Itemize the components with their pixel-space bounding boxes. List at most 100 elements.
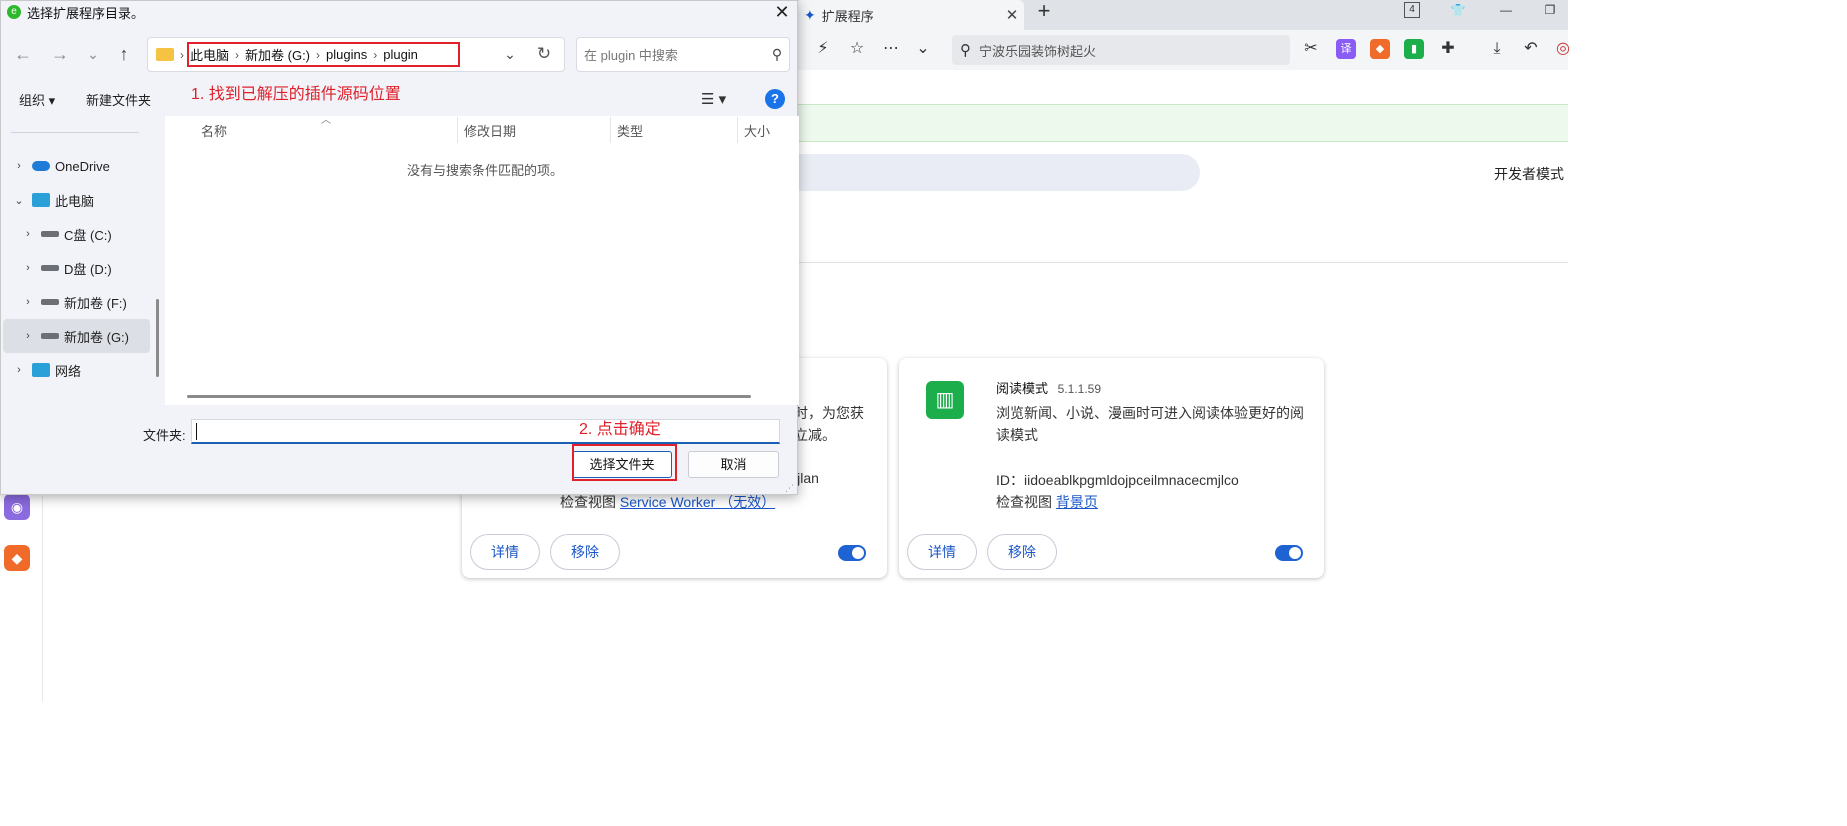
folder-search-placeholder: 在 plugin 中搜索 [584, 48, 678, 63]
horizontal-scrollbar[interactable] [187, 395, 751, 398]
computer-icon [32, 193, 50, 207]
puzzle-icon: ✦ [804, 6, 816, 23]
back-icon[interactable]: ← [10, 41, 36, 67]
resize-grip-icon[interactable]: ⋰ [785, 483, 794, 494]
tab-count-badge[interactable]: 4 [1404, 2, 1420, 18]
new-tab-button[interactable]: + [1032, 0, 1056, 24]
sort-ascending-icon: ︿ [321, 115, 331, 126]
more-icon[interactable]: ⋯ [880, 38, 902, 60]
book-icon: ▥ [926, 381, 964, 419]
shirt-icon[interactable]: 👕 [1448, 0, 1468, 22]
browser-search-box[interactable]: ⚲ 宁波乐园装饰树起火 [952, 35, 1290, 65]
nav-item-drive-d[interactable]: › D盘 (D:) [1, 251, 148, 285]
nav-item-this-pc[interactable]: ⌄ 此电脑 [1, 183, 148, 217]
sidebar-bot-icon[interactable]: ◉ [4, 494, 30, 520]
service-worker-link[interactable]: Service Worker （无效） [620, 494, 775, 510]
search-icon: ⚲ [960, 42, 971, 59]
browser-logo-icon: e [7, 5, 21, 19]
annotation-step-1: 1. 找到已解压的插件源码位置 [191, 86, 401, 103]
recent-dropdown-icon[interactable]: ⌄ [80, 41, 106, 67]
chevron-down-icon[interactable]: ⌄ [912, 38, 934, 60]
chevron-right-icon[interactable]: › [19, 296, 37, 308]
column-name[interactable]: 名称 [201, 121, 227, 140]
scissors-icon[interactable]: ✂ [1300, 38, 1322, 60]
nav-divider [11, 132, 139, 133]
folder-field[interactable] [191, 419, 780, 444]
column-divider[interactable] [457, 117, 458, 143]
column-type[interactable]: 类型 [617, 121, 643, 140]
extension-version: 5.1.1.59 [1057, 382, 1102, 396]
cancel-button[interactable]: 取消 [688, 451, 779, 478]
dialog-titlebar: e 选择扩展程序目录。 [1, 1, 799, 23]
chevron-right-icon[interactable]: › [19, 228, 37, 240]
undo-icon[interactable]: ↶ [1520, 38, 1542, 60]
minimize-icon[interactable]: — [1496, 0, 1516, 22]
column-size[interactable]: 大小 [744, 121, 770, 140]
drive-icon [41, 265, 59, 271]
drive-icon [41, 231, 59, 237]
column-divider[interactable] [737, 117, 738, 143]
lightning-icon[interactable]: ⚡ [812, 38, 834, 60]
dialog-title: 选择扩展程序目录。 [27, 5, 145, 21]
restore-icon[interactable]: ❐ [1540, 0, 1560, 22]
nav-item-label: 此电脑 [55, 193, 95, 209]
column-divider[interactable] [610, 117, 611, 143]
close-icon[interactable]: ✕ [769, 1, 795, 23]
text-cursor [196, 423, 197, 440]
nav-item-drive-g[interactable]: › 新加卷 (G:) [3, 319, 150, 353]
nav-item-drive-f[interactable]: › 新加卷 (F:) [1, 285, 148, 319]
nav-item-drive-c[interactable]: › C盘 (C:) [1, 217, 148, 251]
avatar[interactable]: ◎ [1552, 38, 1574, 60]
game-icon[interactable]: ◆ [1370, 39, 1390, 59]
remove-button[interactable]: 移除 [550, 534, 620, 570]
nav-item-network[interactable]: › 网络 [1, 353, 148, 387]
extension-id: ID：iidoeablkpgmldojpceilmnacecmjlco [996, 472, 1239, 488]
nav-item-label: 新加卷 (G:) [64, 329, 129, 345]
nav-item-label: 新加卷 (F:) [64, 295, 127, 311]
sidebar-game-icon[interactable]: ◆ [4, 545, 30, 571]
sidebar-divider [42, 496, 43, 701]
extension-desc-line2: 读模式 [996, 427, 1038, 443]
extensions-icon[interactable]: ✚ [1437, 38, 1459, 60]
enable-toggle[interactable] [838, 545, 866, 561]
background-page-link[interactable]: 背景页 [1056, 494, 1098, 510]
chevron-down-icon[interactable]: ⌄ [10, 194, 28, 207]
details-button[interactable]: 详情 [907, 534, 977, 570]
chevron-right-icon[interactable]: › [19, 262, 37, 274]
chevron-right-icon[interactable]: › [10, 160, 28, 172]
tab-extensions[interactable]: ✦ 扩展程序 ✕ [796, 0, 1024, 30]
inspect-label: 检查视图 [560, 494, 616, 510]
nav-item-onedrive[interactable]: › OneDrive [1, 149, 148, 183]
help-icon[interactable]: ? [765, 89, 785, 109]
tab-close-icon[interactable]: ✕ [1000, 6, 1024, 24]
details-button[interactable]: 详情 [470, 534, 540, 570]
view-options-icon[interactable]: ☰ ▾ [701, 90, 726, 108]
extension-card-reader: ▥ 阅读模式 5.1.1.59 浏览新闻、小说、漫画时可进入阅读体验更好的阅 读… [899, 358, 1324, 578]
reader-mode-icon[interactable]: ▮ [1404, 39, 1424, 59]
star-icon[interactable]: ☆ [846, 38, 868, 60]
nav-item-label: D盘 (D:) [64, 261, 112, 277]
download-icon[interactable]: ⤓ [1486, 38, 1508, 60]
column-date-modified[interactable]: 修改日期 [464, 121, 516, 140]
organize-menu[interactable]: 组织 ▾ [19, 90, 55, 109]
new-folder-button[interactable]: 新建文件夹 [86, 90, 151, 109]
extension-search-pill[interactable] [780, 154, 1200, 191]
refresh-icon[interactable]: ↻ [533, 43, 555, 65]
folder-icon [156, 48, 174, 61]
translate-icon[interactable]: 译 [1336, 39, 1356, 59]
nav-item-label: 网络 [55, 363, 82, 379]
folder-search-box[interactable]: 在 plugin 中搜索 ⚲ [576, 37, 790, 72]
remove-button[interactable]: 移除 [987, 534, 1057, 570]
extension-name: 阅读模式 [996, 381, 1049, 396]
up-icon[interactable]: ↑ [111, 41, 137, 67]
nav-scrollbar[interactable] [156, 299, 159, 377]
chevron-right-icon[interactable]: › [19, 330, 37, 342]
enable-toggle[interactable] [1275, 545, 1303, 561]
chevron-down-icon[interactable]: ⌄ [499, 43, 521, 65]
folder-picker-dialog: e 选择扩展程序目录。 ✕ ← → ⌄ ↑ › 此电脑 › 新加卷 (G:) ›… [0, 0, 799, 495]
chevron-right-icon[interactable]: › [10, 364, 28, 376]
forward-icon[interactable]: → [47, 41, 73, 67]
developer-mode-label[interactable]: 开发者模式 [1494, 164, 1564, 184]
tab-title: 扩展程序 [821, 8, 874, 24]
nav-item-label: OneDrive [55, 158, 110, 174]
